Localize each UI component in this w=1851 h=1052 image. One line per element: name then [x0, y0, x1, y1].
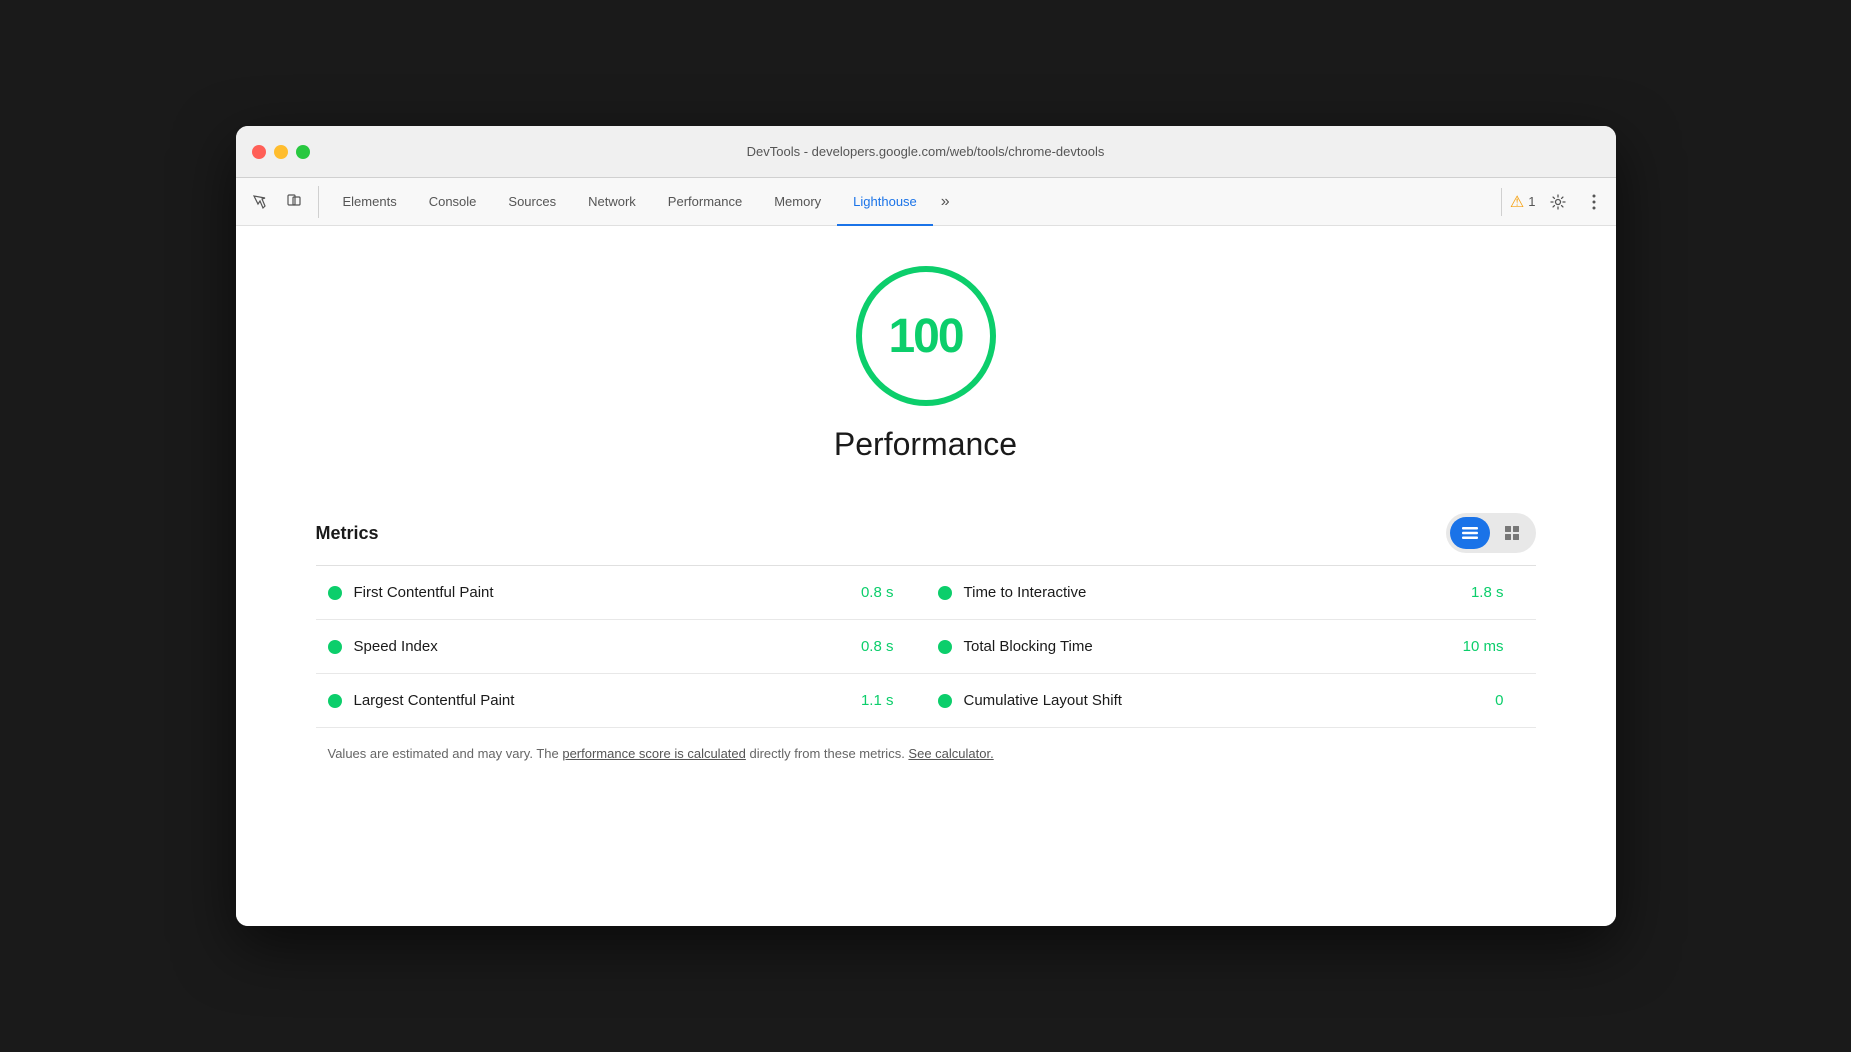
metric-cell-tti: Time to Interactive 1.8 s	[926, 566, 1536, 619]
tabs-bar: Elements Console Sources Network Perform…	[327, 178, 1501, 225]
more-tabs-button[interactable]: »	[933, 178, 958, 225]
close-button[interactable]	[252, 145, 266, 159]
metric-dot-tti	[938, 586, 952, 600]
score-label: Performance	[834, 426, 1017, 463]
score-container: 100 Performance	[316, 266, 1536, 493]
minimize-button[interactable]	[274, 145, 288, 159]
metric-value-tti: 1.8 s	[1471, 584, 1524, 601]
tab-memory[interactable]: Memory	[758, 179, 837, 226]
metric-value-si: 0.8 s	[861, 638, 914, 655]
metric-dot-si	[328, 640, 342, 654]
metric-cell-cls: Cumulative Layout Shift 0	[926, 674, 1536, 727]
toolbar-right-actions: ⚠ 1	[1501, 188, 1608, 216]
metrics-footer: Values are estimated and may vary. The p…	[316, 728, 1536, 764]
calculator-link[interactable]: See calculator.	[908, 746, 993, 761]
tab-elements[interactable]: Elements	[327, 179, 413, 226]
metric-cell-lcp: Largest Contentful Paint 1.1 s	[316, 674, 926, 727]
metric-cell-si: Speed Index 0.8 s	[316, 620, 926, 673]
metric-dot-tbt	[938, 640, 952, 654]
metric-value-cls: 0	[1495, 692, 1523, 709]
traffic-lights	[252, 145, 310, 159]
window-title: DevTools - developers.google.com/web/too…	[747, 144, 1105, 159]
warning-badge[interactable]: ⚠ 1	[1510, 192, 1536, 212]
metric-value-fcp: 0.8 s	[861, 584, 914, 601]
metric-name-lcp: Largest Contentful Paint	[354, 692, 849, 709]
tab-console[interactable]: Console	[413, 179, 493, 226]
device-toolbar-button[interactable]	[278, 186, 310, 218]
metric-value-tbt: 10 ms	[1463, 638, 1524, 655]
maximize-button[interactable]	[296, 145, 310, 159]
footer-text-2: directly from these metrics.	[746, 746, 909, 761]
metric-row-3: Largest Contentful Paint 1.1 s Cumulativ…	[316, 674, 1536, 728]
settings-button[interactable]	[1544, 188, 1572, 216]
metric-cell-tbt: Total Blocking Time 10 ms	[926, 620, 1536, 673]
devtools-toolbar: Elements Console Sources Network Perform…	[236, 178, 1616, 226]
metric-value-lcp: 1.1 s	[861, 692, 914, 709]
metric-row-1: First Contentful Paint 0.8 s Time to Int…	[316, 566, 1536, 620]
warning-icon: ⚠	[1510, 192, 1524, 212]
warning-count: 1	[1528, 194, 1535, 209]
tab-lighthouse[interactable]: Lighthouse	[837, 179, 933, 226]
more-options-button[interactable]	[1580, 188, 1608, 216]
metric-dot-cls	[938, 694, 952, 708]
list-view-button[interactable]	[1450, 517, 1490, 549]
metric-dot-fcp	[328, 586, 342, 600]
metrics-grid: First Contentful Paint 0.8 s Time to Int…	[316, 566, 1536, 728]
view-toggle	[1446, 513, 1536, 553]
metric-cell-fcp: First Contentful Paint 0.8 s	[316, 566, 926, 619]
tab-network[interactable]: Network	[572, 179, 652, 226]
tab-sources[interactable]: Sources	[492, 179, 572, 226]
metric-dot-lcp	[328, 694, 342, 708]
score-number: 100	[888, 309, 962, 364]
metric-name-fcp: First Contentful Paint	[354, 584, 849, 601]
performance-score-link[interactable]: performance score is calculated	[562, 746, 746, 761]
metric-name-tti: Time to Interactive	[964, 584, 1459, 601]
metrics-title: Metrics	[316, 523, 379, 544]
metrics-header: Metrics	[316, 513, 1536, 553]
footer-text-1: Values are estimated and may vary. The	[328, 746, 563, 761]
toolbar-icon-group	[244, 186, 319, 218]
lighthouse-panel: 100 Performance Metrics	[236, 226, 1616, 926]
metric-name-cls: Cumulative Layout Shift	[964, 692, 1484, 709]
metric-name-si: Speed Index	[354, 638, 849, 655]
devtools-window: DevTools - developers.google.com/web/too…	[236, 126, 1616, 926]
metrics-section: Metrics	[316, 513, 1536, 764]
grid-view-button[interactable]	[1492, 517, 1532, 549]
inspect-element-button[interactable]	[244, 186, 276, 218]
metric-row-2: Speed Index 0.8 s Total Blocking Time 10…	[316, 620, 1536, 674]
tab-performance[interactable]: Performance	[652, 179, 758, 226]
titlebar: DevTools - developers.google.com/web/too…	[236, 126, 1616, 178]
metric-name-tbt: Total Blocking Time	[964, 638, 1451, 655]
score-circle: 100	[856, 266, 996, 406]
